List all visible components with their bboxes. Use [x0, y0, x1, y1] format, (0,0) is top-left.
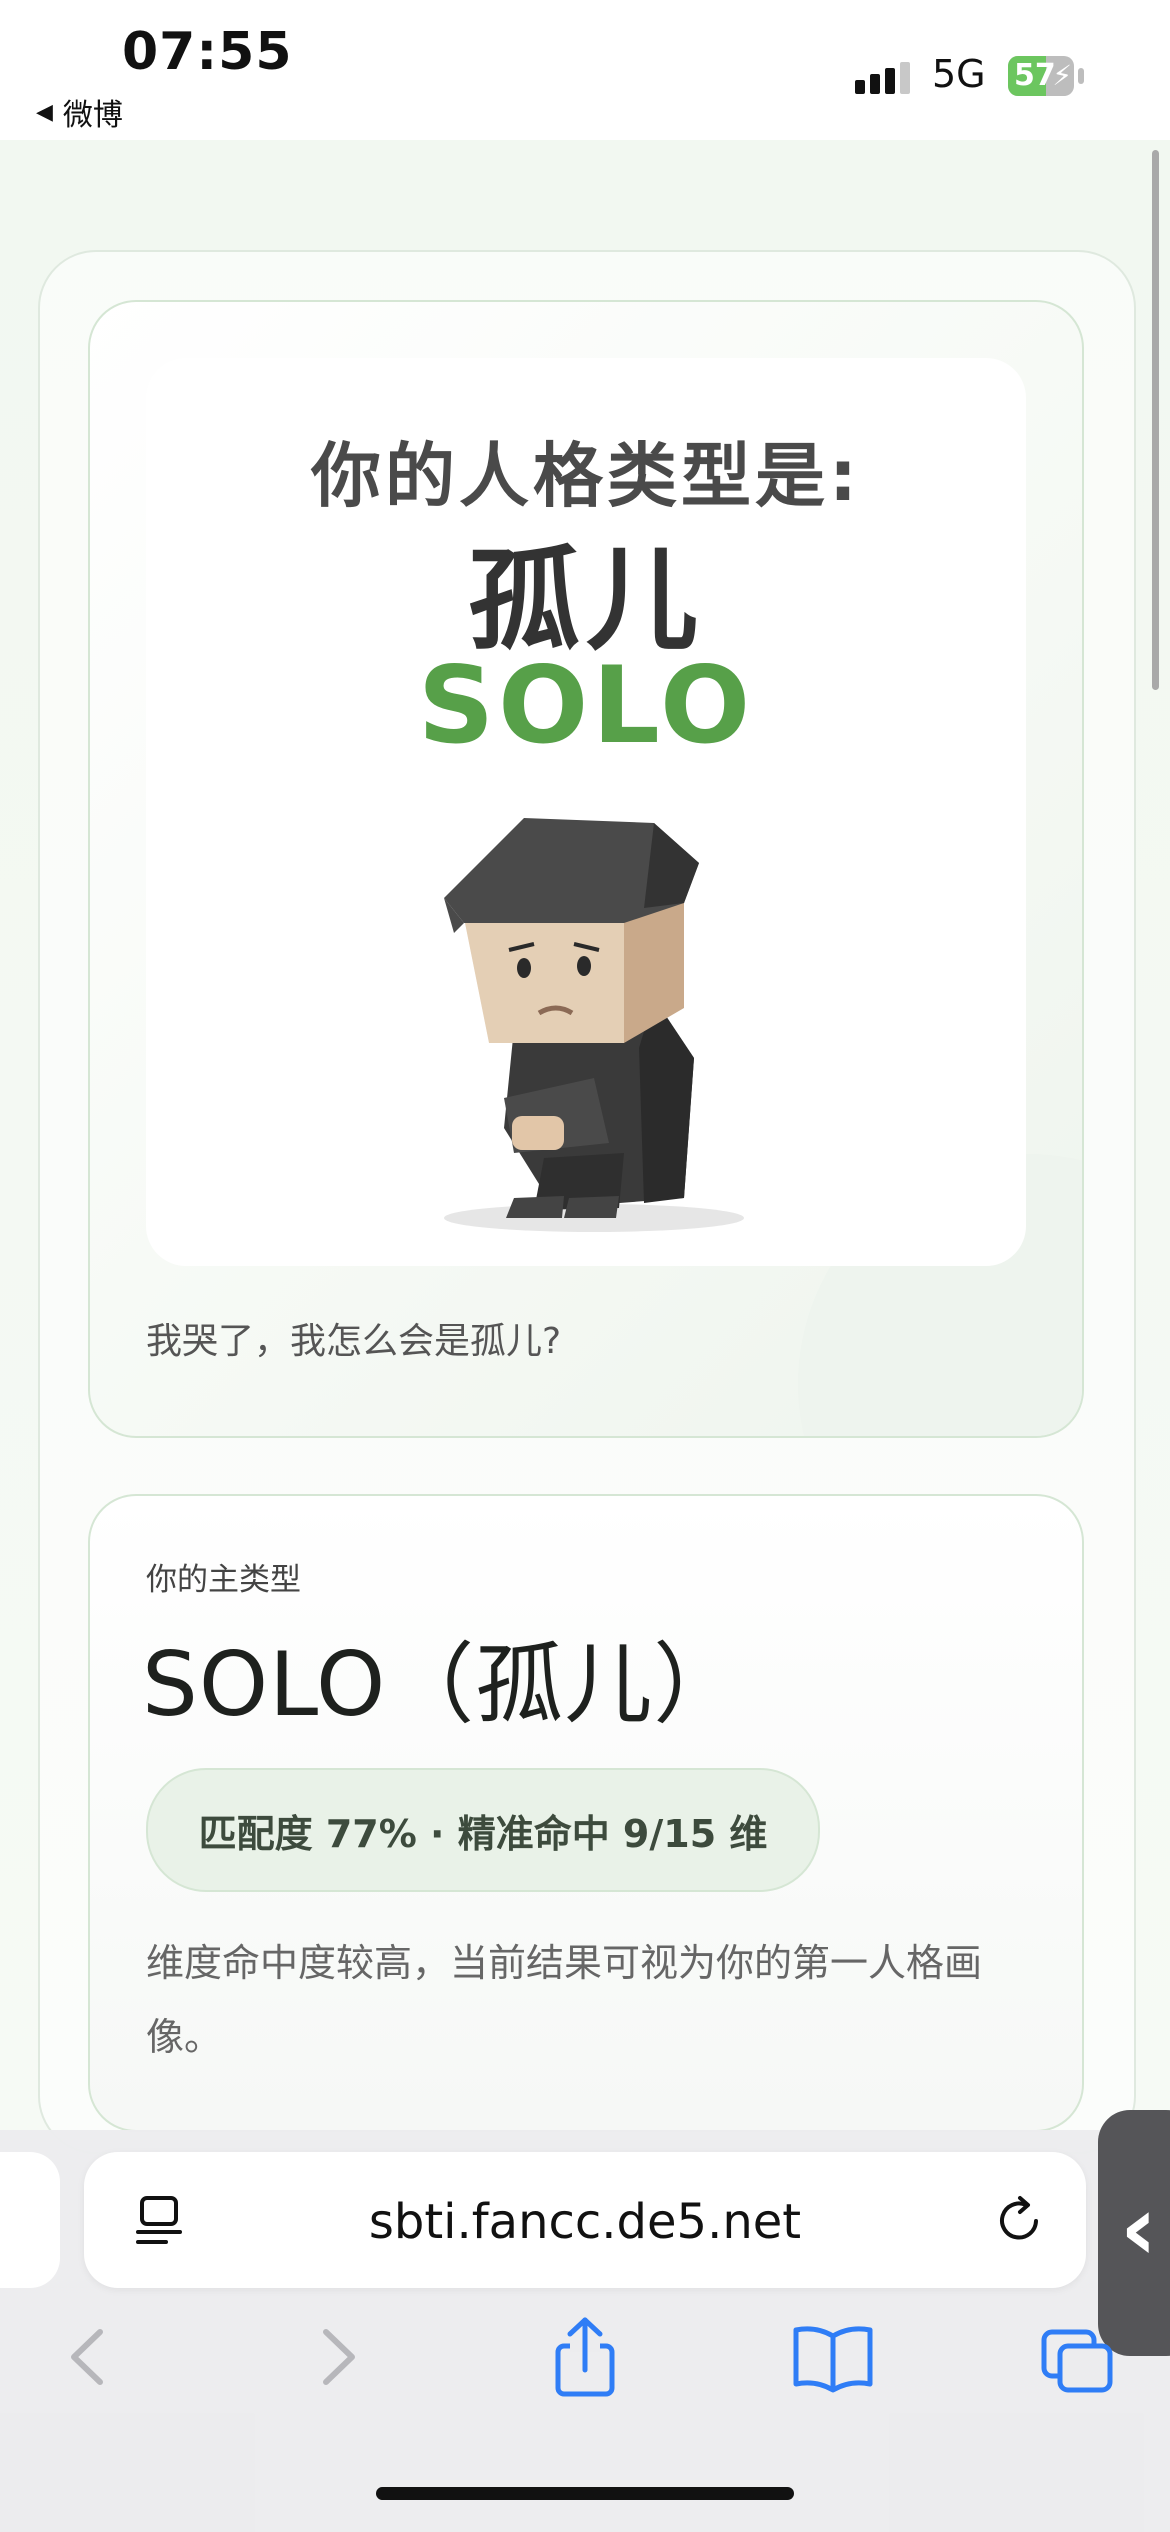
- url-text[interactable]: sbti.fancc.de5.net: [84, 2194, 1086, 2250]
- network-type: 5G: [932, 52, 986, 96]
- main-type-card: 你的主类型 SOLO（孤儿） 匹配度 77% · 精准命中 9/15 维 维度命…: [88, 1494, 1084, 2132]
- main-type-description: 维度命中度较高，当前结果可视为你的第一人格画像。: [146, 1941, 983, 2059]
- battery-percent: 57: [1014, 58, 1056, 93]
- back-to-app-button[interactable]: ◀ 微博: [36, 90, 123, 134]
- result-poster-image: 你的人格类型是: 孤儿 SOLO: [146, 358, 1026, 1266]
- cellular-signal-icon: [855, 62, 910, 94]
- status-time: 07:55: [122, 22, 293, 82]
- main-type-title: SOLO（孤儿）: [142, 1633, 743, 1736]
- status-bar: 07:55 ◀ 微博 5G 57 ⚡: [0, 0, 1170, 140]
- battery-tip: [1078, 68, 1084, 84]
- forward-icon[interactable]: [294, 2312, 384, 2402]
- sad-boy-illustration: [444, 818, 744, 1232]
- bookmarks-icon[interactable]: [788, 2312, 878, 2402]
- main-type-label: 你的主类型: [146, 1562, 301, 1598]
- poster-type-code: SOLO: [417, 644, 755, 767]
- poster-heading: 你的人格类型是:: [311, 435, 861, 517]
- charging-bolt-icon: ⚡: [1052, 59, 1072, 92]
- reload-icon[interactable]: [992, 2194, 1046, 2248]
- chevron-left-icon: ‹: [1120, 2176, 1158, 2281]
- address-bar[interactable]: sbti.fancc.de5.net: [84, 2152, 1086, 2288]
- result-caption: 我哭了，我怎么会是孤儿?: [146, 1321, 562, 1362]
- match-score-badge: 匹配度 77% · 精准命中 9/15 维: [146, 1768, 820, 1892]
- tabs-icon[interactable]: [1036, 2312, 1126, 2402]
- back-app-label: 微博: [62, 98, 123, 133]
- back-icon[interactable]: [42, 2312, 132, 2402]
- result-hero-card: 你的人格类型是: 孤儿 SOLO 我哭了，我怎么会是孤儿?: [88, 300, 1084, 1438]
- back-arrow-icon: ◀: [36, 99, 53, 125]
- home-indicator[interactable]: [376, 2487, 794, 2500]
- share-icon[interactable]: [540, 2312, 630, 2402]
- battery-icon: 57 ⚡: [1008, 56, 1074, 96]
- previous-tab-preview[interactable]: [0, 2152, 60, 2288]
- scrollbar[interactable]: [1152, 150, 1159, 690]
